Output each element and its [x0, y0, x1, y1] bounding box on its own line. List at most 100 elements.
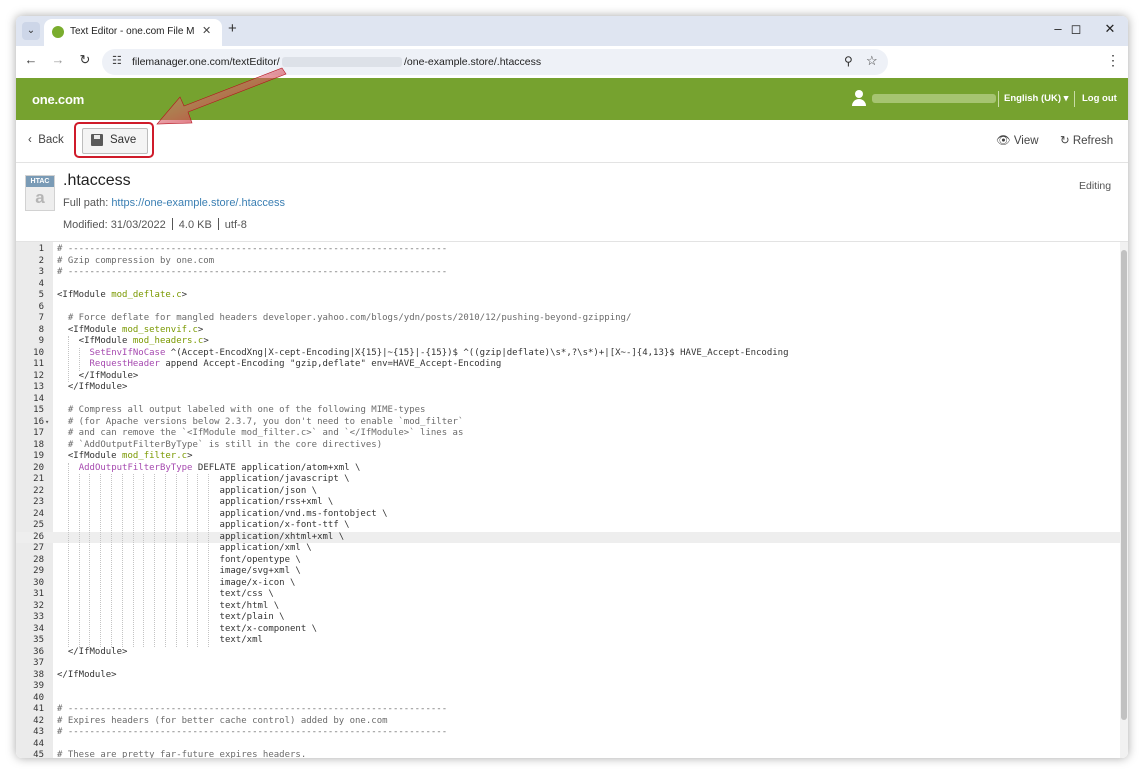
line-number: 45 — [33, 750, 44, 758]
tab-close-icon[interactable]: ✕ — [202, 24, 211, 37]
view-button[interactable]: 👁 View — [996, 133, 1039, 147]
line-number: 22 — [33, 485, 44, 496]
indent-guide — [154, 474, 156, 647]
code-line[interactable]: 40 — [16, 693, 1120, 705]
line-number: 40 — [33, 692, 44, 703]
line-number: 38 — [33, 669, 44, 680]
code-line[interactable]: 27 application/xml \ — [16, 543, 1120, 555]
tab-title: Text Editor - one.com File Manager — [70, 26, 194, 37]
code-line[interactable]: 38 </IfModule> — [16, 670, 1120, 682]
code-line[interactable]: 9 <IfModule mod_headers.c> — [16, 336, 1120, 348]
code-line[interactable]: 43 # ------------------------------------… — [16, 727, 1120, 739]
bookmark-star-icon[interactable]: ☆ — [866, 53, 878, 69]
code-line[interactable]: 25 application/x-font-ttf \ — [16, 520, 1120, 532]
save-highlight-box — [74, 122, 154, 158]
refresh-button[interactable]: ↻ Refresh — [1060, 133, 1113, 147]
code-line[interactable]: 12 </IfModule> — [16, 371, 1120, 383]
code-line[interactable]: 2 # Gzip compression by one.com — [16, 256, 1120, 268]
code-line[interactable]: 14 — [16, 394, 1120, 406]
favicon-icon — [52, 26, 64, 38]
file-meta: Modified: 31/03/2022 4.0 KB utf-8 — [63, 218, 247, 231]
line-number: 5 — [38, 290, 44, 300]
code-line[interactable]: 18 # `AddOutputFilterByType` is still in… — [16, 440, 1120, 452]
reload-icon[interactable]: ↻ — [76, 52, 94, 68]
code-line[interactable]: 22 application/json \ — [16, 486, 1120, 498]
address-bar[interactable]: ☷ filemanager.one.com/textEditor/ /one-e… — [102, 49, 888, 75]
code-line[interactable]: 1 # -------------------------------------… — [16, 244, 1120, 256]
code-line[interactable]: 10 SetEnvIfNoCase ^(Accept-EncodXng|X-ce… — [16, 348, 1120, 360]
code-editor[interactable]: 1 # -------------------------------------… — [16, 242, 1128, 758]
code-line[interactable]: 29 image/svg+xml \ — [16, 566, 1120, 578]
site-info-icon[interactable]: ☷ — [112, 54, 122, 67]
tab-search-icon[interactable]: ⌄ — [22, 22, 40, 40]
close-window-icon[interactable]: ✕ — [1100, 21, 1120, 37]
full-path: Full path: https://one-example.store/.ht… — [63, 197, 285, 209]
code-text: # Compress all output labeled with one o… — [67, 405, 426, 415]
back-arrow-icon[interactable]: ← — [22, 52, 40, 67]
code-line[interactable]: 8 <IfModule mod_setenvif.c> — [16, 325, 1120, 337]
editor-scrollbar-thumb[interactable] — [1121, 250, 1127, 720]
indent-guide — [89, 474, 91, 647]
code-text: application/xml \ — [57, 543, 312, 553]
code-line[interactable]: 13 </IfModule> — [16, 382, 1120, 394]
code-line[interactable]: 11 RequestHeader append Accept-Encoding … — [16, 359, 1120, 371]
code-line[interactable]: 23 application/rss+xml \ — [16, 497, 1120, 509]
line-number: 8 — [38, 324, 44, 335]
back-button[interactable]: ‹ Back — [28, 134, 64, 146]
code-line[interactable]: 19 <IfModule mod_filter.c> — [16, 451, 1120, 463]
code-line[interactable]: 36 </IfModule> — [16, 647, 1120, 659]
browser-menu-icon[interactable]: ⋮ — [1106, 52, 1120, 69]
logout-link[interactable]: Log out — [1082, 93, 1117, 104]
line-number: 44 — [33, 738, 44, 749]
code-line[interactable]: 37 — [16, 658, 1120, 670]
fold-arrow-icon[interactable]: ▾ — [45, 417, 49, 429]
code-line[interactable]: 35 text/xml — [16, 635, 1120, 647]
line-number: 20 — [33, 462, 44, 473]
code-line[interactable]: 4 — [16, 279, 1120, 291]
code-text: # (for Apache versions below 2.3.7, you … — [67, 416, 464, 427]
code-text: application/rss+xml \ — [57, 497, 334, 507]
code-line[interactable]: 33 text/plain \ — [16, 612, 1120, 624]
code-line[interactable]: 26 application/xhtml+xml \ — [16, 531, 1120, 543]
code-text: </IfModule> — [57, 382, 128, 392]
code-line[interactable]: 15 # Compress all output labeled with on… — [16, 405, 1120, 417]
code-line[interactable]: 39 — [16, 681, 1120, 693]
full-path-link[interactable]: https://one-example.store/.htaccess — [111, 197, 285, 209]
code-line[interactable]: 7 # Force deflate for mangled headers de… — [16, 313, 1120, 325]
code-line[interactable]: 42 # Expires headers (for better cache co… — [16, 716, 1120, 728]
browser-tab[interactable]: Text Editor - one.com File Manager ✕ — [44, 19, 222, 46]
code-line[interactable]: 6 — [16, 302, 1120, 314]
forward-arrow-icon[interactable]: → — [49, 52, 67, 67]
maximize-icon[interactable]: ◻ — [1066, 21, 1086, 37]
modified-date: 31/03/2022 — [110, 219, 166, 231]
code-line[interactable]: 44 — [16, 739, 1120, 751]
code-line[interactable]: 16 ▾ # (for Apache versions below 2.3.7, … — [16, 417, 1120, 429]
code-line[interactable]: 34 text/x-component \ — [16, 624, 1120, 636]
code-line[interactable]: 17 # and can remove the `<IfModule mod_f… — [16, 428, 1120, 440]
file-name: .htaccess — [63, 172, 131, 189]
zoom-icon[interactable]: ⚲ — [844, 54, 853, 68]
minimize-icon[interactable]: – — [1048, 21, 1068, 36]
code-line[interactable]: 45 # These are pretty far-future expires … — [16, 750, 1120, 758]
line-number: 1 — [38, 244, 44, 254]
line-number: 9 — [38, 336, 44, 346]
code-line[interactable]: 21 application/javascript \ — [16, 474, 1120, 486]
code-line[interactable]: 5 <IfModule mod_deflate.c> — [16, 290, 1120, 302]
code-line[interactable]: 20 AddOutputFilterByType DEFLATE applica… — [16, 463, 1120, 475]
line-number: 21 — [33, 474, 44, 484]
code-line[interactable]: 31 text/css \ — [16, 589, 1120, 601]
code-text: # --------------------------------------… — [57, 267, 448, 277]
one-com-logo[interactable]: one.com — [32, 92, 84, 107]
code-text: <IfModule mod_headers.c> — [57, 336, 209, 346]
url-suffix: /one-example.store/.htaccess — [404, 56, 542, 68]
new-tab-icon[interactable]: + — [228, 20, 237, 37]
code-line[interactable]: 28 font/opentype \ — [16, 555, 1120, 567]
line-number: 24 — [33, 508, 44, 519]
language-selector[interactable]: English (UK) ▾ — [1004, 93, 1068, 104]
code-line[interactable]: 32 text/html \ — [16, 601, 1120, 613]
code-line[interactable]: 41 # ------------------------------------… — [16, 704, 1120, 716]
code-line[interactable]: 30 image/x-icon \ — [16, 578, 1120, 590]
code-line[interactable]: 24 application/vnd.ms-fontobject \ — [16, 509, 1120, 521]
code-line[interactable]: 3 # -------------------------------------… — [16, 267, 1120, 279]
line-number: 7 — [38, 313, 44, 323]
